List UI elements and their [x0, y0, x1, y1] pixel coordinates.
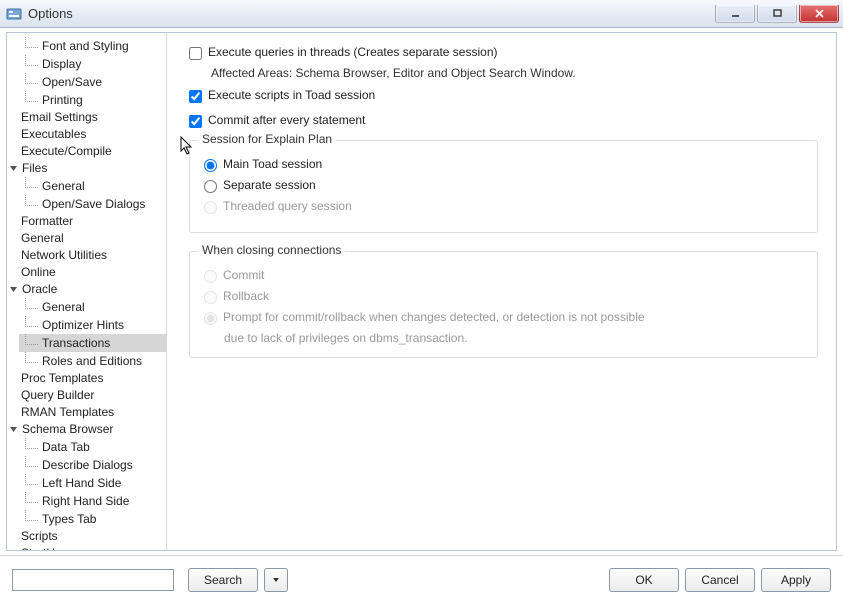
- tree-item[interactable]: Executables: [19, 126, 166, 143]
- execute-threads-subtext: Affected Areas: Schema Browser, Editor a…: [211, 66, 818, 80]
- settings-panel: Execute queries in threads (Creates sepa…: [167, 33, 836, 550]
- tree-item[interactable]: Types Tab: [19, 510, 166, 528]
- tree-item-oracle[interactable]: Oracle: [19, 281, 166, 298]
- tree-item[interactable]: Query Builder: [19, 387, 166, 404]
- tree-item[interactable]: General: [19, 177, 166, 195]
- execute-scripts-label: Execute scripts in Toad session: [208, 88, 375, 102]
- tree-item[interactable]: Open/Save: [19, 73, 166, 91]
- radio-main-toad-session[interactable]: [204, 159, 217, 172]
- commit-every-checkbox[interactable]: [189, 115, 202, 128]
- bottom-bar: Search OK Cancel Apply: [0, 555, 843, 603]
- radio-commit: [204, 270, 217, 283]
- tree-item[interactable]: Online: [19, 264, 166, 281]
- group-session-explain-plan: Session for Explain Plan Main Toad sessi…: [189, 140, 818, 233]
- radio-label: Commit: [223, 268, 264, 282]
- close-button[interactable]: [799, 5, 839, 23]
- tree-item-schema-browser[interactable]: Schema Browser: [19, 421, 166, 438]
- radio-threaded-query-session: [204, 201, 217, 214]
- radio-label: Main Toad session: [223, 157, 322, 171]
- tree-item[interactable]: Right Hand Side: [19, 492, 166, 510]
- tree-item[interactable]: Scripts: [19, 528, 166, 545]
- tree-label: Oracle: [22, 281, 57, 298]
- titlebar: Options: [0, 0, 843, 28]
- radio-prompt: [204, 312, 217, 325]
- execute-threads-checkbox[interactable]: [189, 47, 202, 60]
- collapse-icon[interactable]: [9, 285, 18, 294]
- apply-button[interactable]: Apply: [761, 568, 831, 592]
- radio-label: Threaded query session: [223, 199, 352, 213]
- app-icon: [6, 6, 22, 22]
- window-buttons: [713, 5, 839, 23]
- tree-item[interactable]: Font and Styling: [19, 37, 166, 55]
- options-tree[interactable]: Font and Styling Display Open/Save Print…: [7, 33, 167, 550]
- execute-threads-label: Execute queries in threads (Creates sepa…: [208, 45, 497, 59]
- tree-item[interactable]: General: [19, 230, 166, 247]
- radio-prompt-subtext: due to lack of privileges on dbms_transa…: [224, 331, 803, 345]
- tree-item[interactable]: Proc Templates: [19, 370, 166, 387]
- tree-item[interactable]: Roles and Editions: [19, 352, 166, 370]
- tree-item[interactable]: StartUp: [19, 545, 166, 550]
- tree-item[interactable]: Formatter: [19, 213, 166, 230]
- tree-item[interactable]: Printing: [19, 91, 166, 109]
- search-options-dropdown[interactable]: [264, 568, 288, 592]
- tree-label: Schema Browser: [22, 421, 113, 438]
- radio-separate-session[interactable]: [204, 180, 217, 193]
- radio-label: Prompt for commit/rollback when changes …: [223, 310, 645, 324]
- collapse-icon[interactable]: [9, 164, 18, 173]
- tree-item[interactable]: Data Tab: [19, 438, 166, 456]
- tree-item[interactable]: Optimizer Hints: [19, 316, 166, 334]
- collapse-icon[interactable]: [9, 425, 18, 434]
- maximize-button[interactable]: [757, 5, 797, 23]
- cancel-button[interactable]: Cancel: [685, 568, 755, 592]
- radio-label: Rollback: [223, 289, 269, 303]
- commit-every-label: Commit after every statement: [208, 113, 365, 127]
- tree-item[interactable]: Display: [19, 55, 166, 73]
- group-closing-connections: When closing connections Commit Rollback…: [189, 251, 818, 358]
- window-title: Options: [28, 6, 713, 21]
- group-title: Session for Explain Plan: [198, 132, 336, 146]
- tree-item[interactable]: Network Utilities: [19, 247, 166, 264]
- ok-button[interactable]: OK: [609, 568, 679, 592]
- tree-item[interactable]: General: [19, 298, 166, 316]
- radio-label: Separate session: [223, 178, 316, 192]
- tree-item[interactable]: Execute/Compile: [19, 143, 166, 160]
- tree-item[interactable]: Describe Dialogs: [19, 456, 166, 474]
- minimize-button[interactable]: [715, 5, 755, 23]
- group-title: When closing connections: [198, 243, 345, 257]
- tree-item[interactable]: Left Hand Side: [19, 474, 166, 492]
- tree-item[interactable]: Email Settings: [19, 109, 166, 126]
- tree-item[interactable]: RMAN Templates: [19, 404, 166, 421]
- radio-rollback: [204, 291, 217, 304]
- tree-item-files[interactable]: Files: [19, 160, 166, 177]
- tree-item-transactions[interactable]: Transactions: [19, 334, 166, 352]
- search-input[interactable]: [12, 569, 174, 591]
- tree-item[interactable]: Open/Save Dialogs: [19, 195, 166, 213]
- tree-label: Files: [22, 160, 47, 177]
- search-button[interactable]: Search: [188, 568, 258, 592]
- tree-group-editor: Font and Styling Display Open/Save Print…: [19, 37, 166, 109]
- execute-scripts-checkbox[interactable]: [189, 90, 202, 103]
